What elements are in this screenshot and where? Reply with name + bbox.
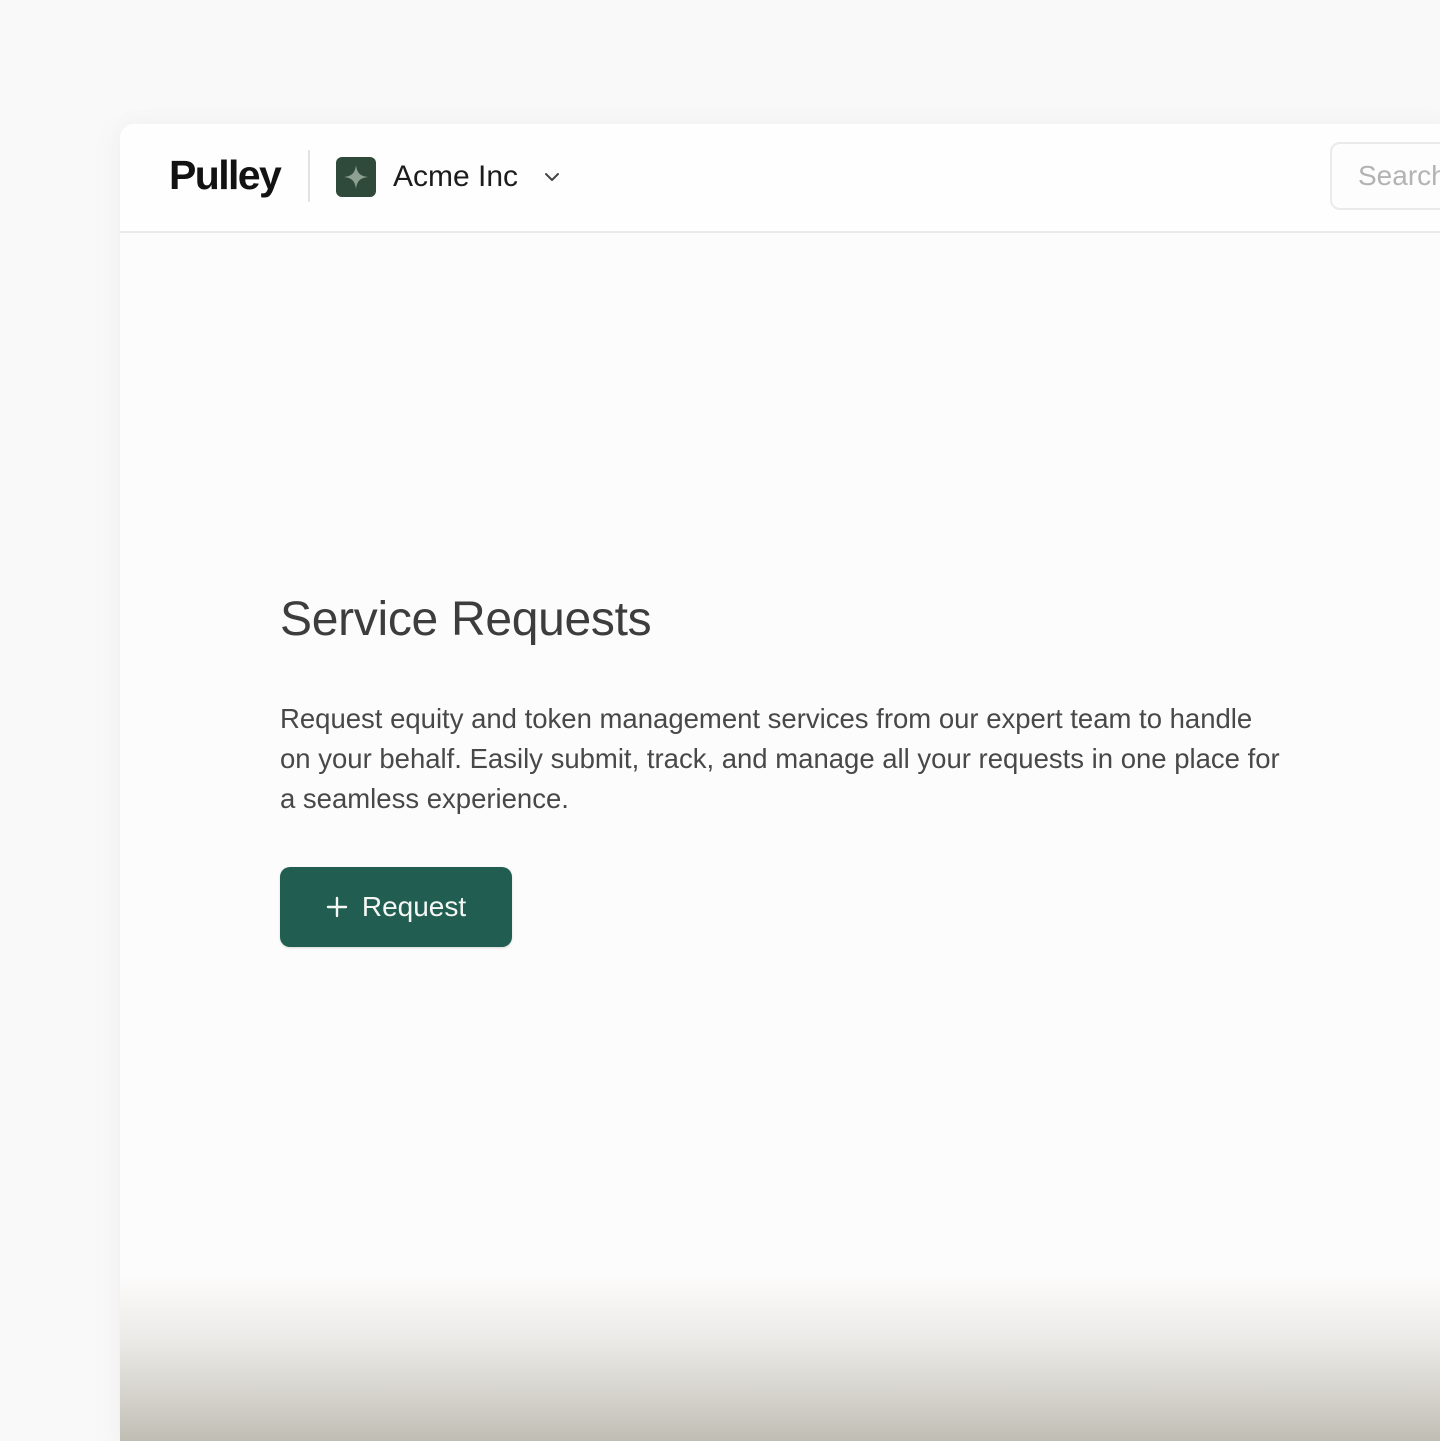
service-requests-empty-state: Service Requests Request equity and toke… <box>280 592 1290 947</box>
pulley-logo[interactable]: Pulley <box>169 152 282 199</box>
app-window: Pulley Acme Inc Service Requests <box>120 124 1440 1441</box>
sparkle-icon <box>344 165 368 189</box>
new-request-button[interactable]: Request <box>280 867 512 947</box>
new-request-button-label: Request <box>361 891 467 922</box>
header-divider <box>308 150 310 202</box>
company-name: Acme Inc <box>393 160 519 193</box>
company-badge <box>336 157 376 197</box>
page-title: Service Requests <box>280 593 652 646</box>
page-description: Request equity and token management serv… <box>280 703 1280 814</box>
chevron-down-icon[interactable] <box>542 167 562 187</box>
company-switcher[interactable]: Acme Inc <box>336 156 562 198</box>
app-stage: Pulley Acme Inc Service Requests <box>0 0 1440 1441</box>
top-navigation-bar: Pulley Acme Inc <box>120 124 1440 233</box>
search-input[interactable] <box>1330 142 1440 210</box>
plus-icon <box>326 896 348 918</box>
bottom-fade-overlay <box>120 1274 1440 1441</box>
